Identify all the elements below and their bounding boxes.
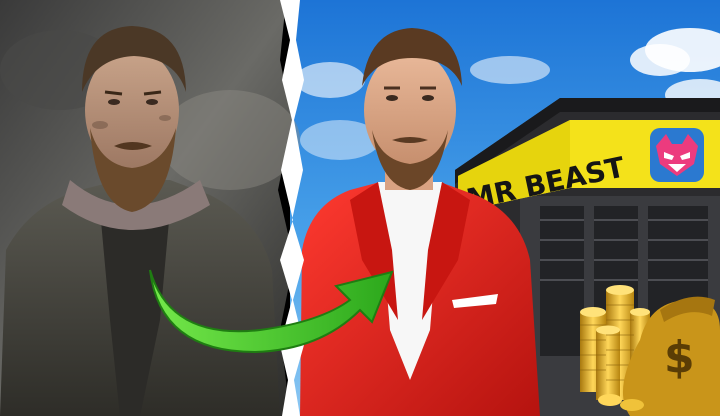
beast-logo-icon (650, 128, 704, 182)
thumbnail-illustration: MR BEAST $ (0, 0, 720, 416)
money-bag-dollar: $ (664, 332, 695, 383)
thumbnail-canvas: MR BEAST $ (0, 0, 720, 416)
